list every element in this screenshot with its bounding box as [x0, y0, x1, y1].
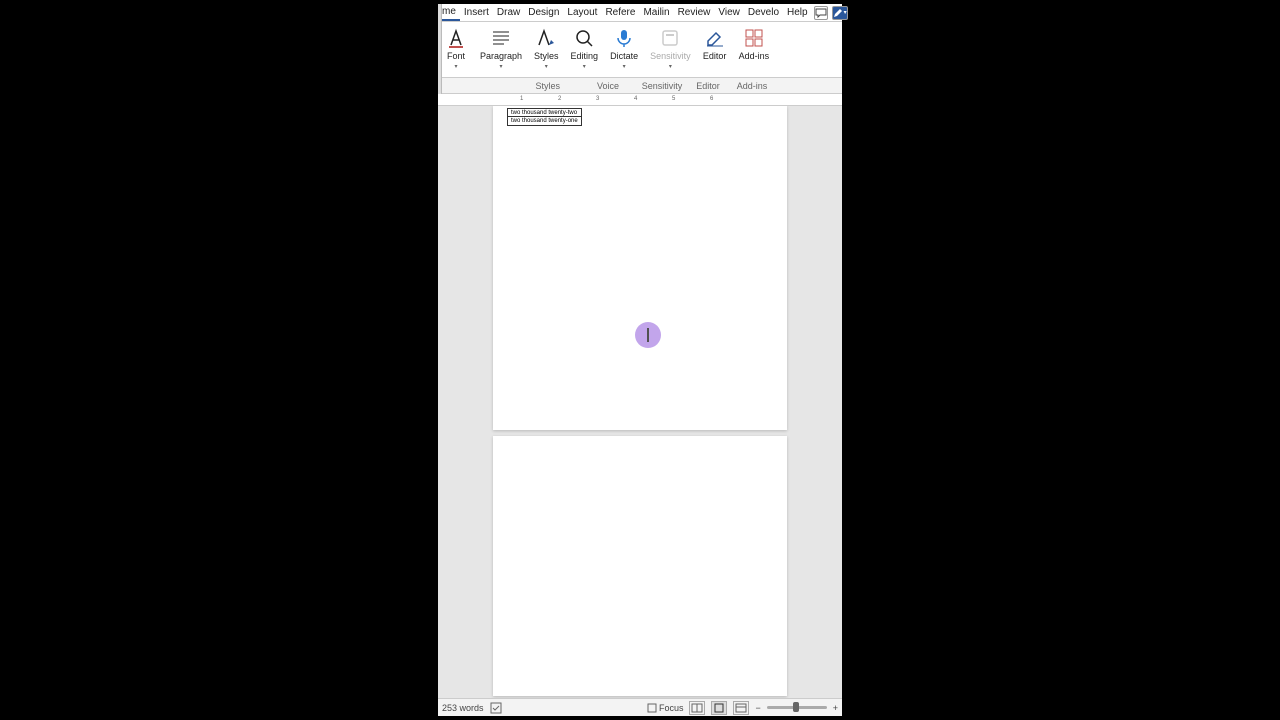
word-window: me Insert Draw Design Layout Refere Mail…	[438, 4, 842, 716]
menu-help[interactable]: Help	[783, 5, 812, 20]
styles-group-label: Styles	[438, 81, 578, 91]
editing-group[interactable]: Editing ▾	[565, 24, 605, 75]
table-row[interactable]: two thousand twenty-one	[508, 117, 581, 125]
ruler-mark: 4	[634, 96, 637, 102]
read-mode-button[interactable]	[689, 701, 705, 715]
ribbon: Font ▾ Paragraph ▾ Styles ▾ Editing ▾	[438, 22, 842, 78]
menu-design[interactable]: Design	[524, 5, 563, 20]
microphone-icon	[612, 26, 636, 50]
chevron-down-icon: ▾	[454, 63, 457, 70]
zoom-in-button[interactable]: +	[833, 703, 838, 713]
menu-developer[interactable]: Develo	[744, 5, 783, 20]
editor-group-label: Editor	[686, 81, 730, 91]
editor-group[interactable]: Editor	[697, 24, 733, 75]
chevron-down-icon: ▾	[669, 63, 672, 70]
menu-review[interactable]: Review	[674, 5, 715, 20]
menu-bar: me Insert Draw Design Layout Refere Mail…	[438, 4, 842, 22]
status-bar: 253 words Focus − +	[438, 698, 842, 716]
menu-insert[interactable]: Insert	[460, 5, 493, 20]
dictate-label: Dictate	[610, 52, 638, 62]
chevron-down-icon: ▾	[500, 63, 503, 70]
menu-view[interactable]: View	[714, 5, 744, 20]
chevron-down-icon: ▾	[545, 63, 548, 70]
page-2[interactable]	[493, 436, 787, 696]
menu-mailings[interactable]: Mailin	[639, 5, 673, 20]
sensitivity-group: Sensitivity ▾	[644, 24, 697, 75]
addins-group[interactable]: Add-ins	[733, 24, 776, 75]
editing-mode-button[interactable]: ▾	[832, 6, 848, 20]
focus-label: Focus	[659, 703, 684, 713]
editor-icon	[703, 26, 727, 50]
spellcheck-icon[interactable]	[490, 702, 502, 714]
comments-button[interactable]	[814, 6, 828, 20]
ruler-mark: 2	[558, 96, 561, 102]
zoom-out-button[interactable]: −	[755, 703, 760, 713]
ribbon-group-labels: Styles Voice Sensitivity Editor Add-ins	[438, 78, 842, 94]
paragraph-label: Paragraph	[480, 52, 522, 62]
ruler-mark: 3	[596, 96, 599, 102]
document-table[interactable]: two thousand twenty-two two thousand twe…	[507, 108, 582, 126]
document-area[interactable]: two thousand twenty-two two thousand twe…	[438, 106, 842, 702]
sensitivity-label: Sensitivity	[650, 52, 691, 62]
sensitivity-group-label: Sensitivity	[638, 81, 686, 91]
styles-icon	[534, 26, 558, 50]
chevron-down-icon: ▾	[623, 63, 626, 70]
zoom-slider[interactable]	[767, 706, 827, 709]
ruler-mark: 1	[520, 96, 523, 102]
addins-group-label: Add-ins	[730, 81, 774, 91]
cursor-highlight	[635, 322, 661, 348]
paragraph-icon	[489, 26, 513, 50]
menu-layout[interactable]: Layout	[563, 5, 601, 20]
ruler-mark: 5	[672, 96, 675, 102]
paragraph-group[interactable]: Paragraph ▾	[474, 24, 528, 75]
styles-label: Styles	[534, 52, 559, 62]
font-group[interactable]: Font ▾	[438, 24, 474, 75]
word-count[interactable]: 253 words	[442, 703, 484, 713]
web-layout-button[interactable]	[733, 701, 749, 715]
voice-group-label: Voice	[578, 81, 638, 91]
font-label: Font	[447, 52, 465, 62]
editing-label: Editing	[571, 52, 599, 62]
horizontal-ruler[interactable]: 1 2 3 4 5 6	[438, 94, 842, 106]
dictate-group[interactable]: Dictate ▾	[604, 24, 644, 75]
search-icon	[572, 26, 596, 50]
zoom-slider-thumb[interactable]	[793, 702, 799, 712]
print-layout-button[interactable]	[711, 701, 727, 715]
sensitivity-icon	[658, 26, 682, 50]
chevron-down-icon: ▾	[583, 63, 586, 70]
font-icon	[444, 26, 468, 50]
styles-group[interactable]: Styles ▾	[528, 24, 565, 75]
ruler-mark: 6	[710, 96, 713, 102]
table-row[interactable]: two thousand twenty-two	[508, 109, 581, 117]
addins-icon	[742, 26, 766, 50]
menu-draw[interactable]: Draw	[493, 5, 524, 20]
addins-label: Add-ins	[739, 52, 770, 62]
editor-label: Editor	[703, 52, 727, 62]
menu-references[interactable]: Refere	[601, 5, 639, 20]
focus-mode-icon[interactable]: Focus	[647, 703, 684, 713]
page-1[interactable]: two thousand twenty-two two thousand twe…	[493, 106, 787, 430]
